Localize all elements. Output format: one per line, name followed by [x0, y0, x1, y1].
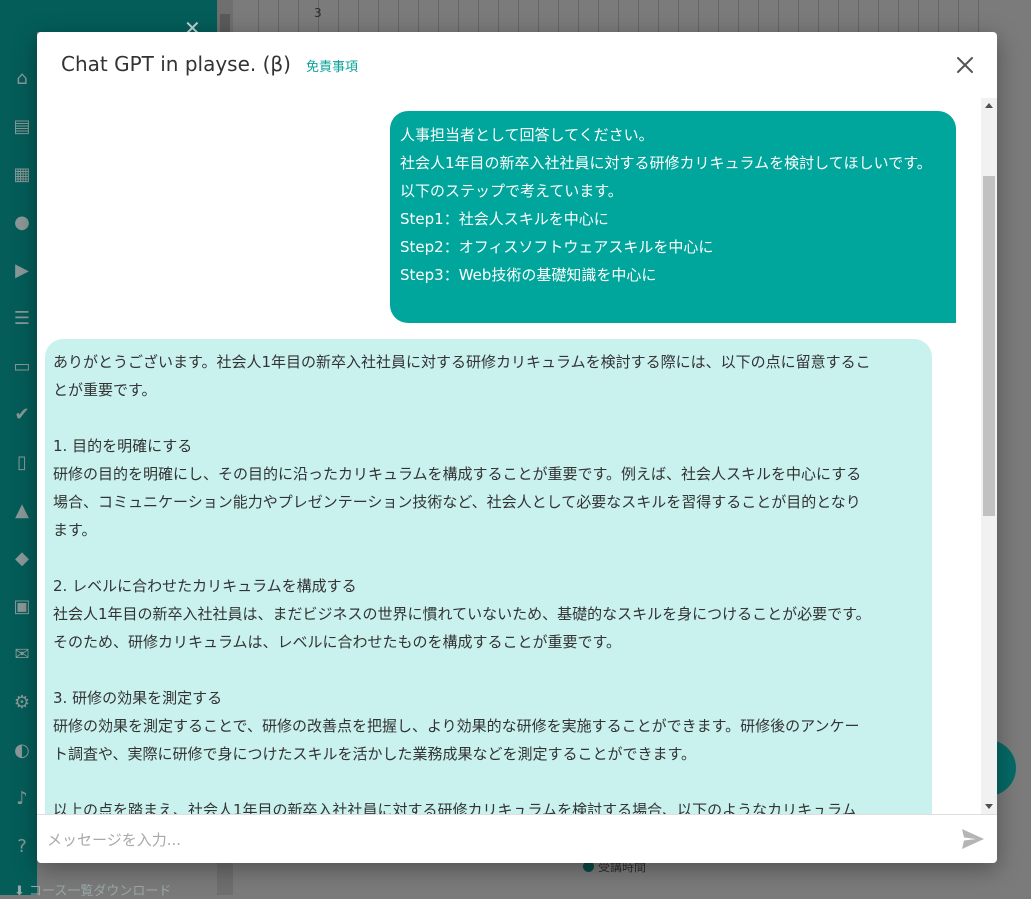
door-icon[interactable]: ▯: [10, 451, 34, 475]
message-line: 以上の点を踏まえ、社会人1年目の新卒入社社員に対する研修カリキュラムを検討する場…: [53, 801, 857, 814]
modal-title: Chat GPT in playse. (β): [61, 52, 291, 76]
message-line: 2. レベルに合わせたカリキュラムを構成する: [53, 577, 357, 595]
assistant-message-bubble: ありがとうございます。社会人1年目の新卒入社社員に対する研修カリキュラムを検討す…: [45, 339, 932, 814]
list-icon[interactable]: ☰: [10, 307, 34, 331]
people-icon[interactable]: ●: [10, 211, 34, 235]
scroll-thumb: [983, 176, 995, 516]
close-button[interactable]: [952, 52, 978, 78]
close-icon: [957, 57, 973, 73]
modal-header: Chat GPT in playse. (β) 免責事項: [37, 32, 997, 96]
message-line: 社会人1年目の新卒入社社員は、まだビジネスの世界に慣れていないため、基礎的なスキ…: [53, 605, 871, 623]
chart-tick-label: 3: [314, 6, 322, 20]
message-line: 研修の効果を測定することで、研修の改善点を把握し、より効果的な研修を実施すること…: [53, 717, 860, 735]
chart-grid: [258, 0, 998, 32]
home-icon[interactable]: ⌂: [10, 67, 34, 91]
message-line: 社会人1年目の新卒入社社員に対する研修カリキュラムを検討してほしいです。: [400, 154, 932, 172]
help-icon[interactable]: ?: [10, 835, 34, 859]
message-line: [53, 768, 924, 796]
video-library-icon[interactable]: ▶: [10, 259, 34, 283]
bell-icon[interactable]: ♪: [10, 787, 34, 811]
user-message-bubble: 人事担当者として回答してください。社会人1年目の新卒入社社員に対する研修カリキュ…: [390, 111, 956, 323]
send-button[interactable]: [961, 828, 985, 850]
modal-footer: [37, 814, 997, 863]
gear-icon[interactable]: ⚙: [10, 691, 34, 715]
message-line: [53, 656, 924, 684]
building-icon[interactable]: ▦: [10, 163, 34, 187]
tag-icon[interactable]: ◆: [10, 547, 34, 571]
message-line: とが重要です。: [53, 381, 157, 399]
disclaimer-link[interactable]: 免責事項: [306, 56, 358, 75]
mail-icon[interactable]: ✉: [10, 643, 34, 667]
chat-messages: 人事担当者として回答してください。社会人1年目の新卒入社社員に対する研修カリキュ…: [37, 98, 981, 814]
message-line: 1. 目的を明確にする: [53, 437, 193, 455]
chat-scrollbar[interactable]: [981, 98, 997, 814]
shapes-icon[interactable]: ▲: [10, 499, 34, 523]
assignment-check-icon[interactable]: ✔: [10, 403, 34, 427]
sidebar: ⌂ ▤ ▦ ● ▶ ☰ ▭ ✔ ▯ ▲ ◆ ▣ ✉ ⚙ ◐ ♪ ?: [0, 0, 37, 895]
clipboard-icon[interactable]: ▣: [10, 595, 34, 619]
message-line: 研修の目的を明確にし、その目的に沿ったカリキュラムを構成することが重要です。例え…: [53, 465, 862, 483]
send-icon: [962, 829, 984, 849]
message-line: 人事担当者として回答してください。: [400, 126, 654, 144]
message-line: ます。: [53, 521, 97, 539]
message-line: [53, 544, 924, 572]
message-line: ト調査や、実際に研修で身につけたスキルを活かした業務成果などを測定することができ…: [53, 745, 697, 763]
message-line: そのため、研修カリキュラムは、レベルに合わせたものを構成することが重要です。: [53, 633, 622, 651]
book-icon[interactable]: ▭: [10, 355, 34, 379]
course-download-link[interactable]: ⬇ コース一覧ダウンロード: [14, 880, 171, 899]
message-input[interactable]: [45, 825, 929, 855]
chat-modal: Chat GPT in playse. (β) 免責事項 人事担当者として回答し…: [37, 32, 997, 863]
message-line: [53, 404, 924, 432]
message-line: Step1：社会人スキルを中心に: [400, 210, 609, 228]
download-icon: ⬇: [14, 884, 30, 899]
message-line: 以下のステップで考えています。: [400, 182, 623, 200]
chat-icon[interactable]: ▤: [10, 115, 34, 139]
message-line: ありがとうございます。社会人1年目の新卒入社社員に対する研修カリキュラムを検討す…: [53, 353, 871, 371]
scroll-down-arrow: [985, 804, 993, 809]
message-line: Step3：Web技術の基礎知識を中心に: [400, 266, 657, 284]
scroll-up-arrow: [985, 103, 993, 108]
message-line: 場合、コミュニケーション能力やプレゼンテーション技術など、社会人として必要なスキ…: [53, 493, 861, 511]
message-line: 3. 研修の効果を測定する: [53, 689, 223, 707]
message-line: Step2：オフィスソフトウェアスキルを中心に: [400, 238, 714, 256]
palette-icon[interactable]: ◐: [10, 739, 34, 763]
